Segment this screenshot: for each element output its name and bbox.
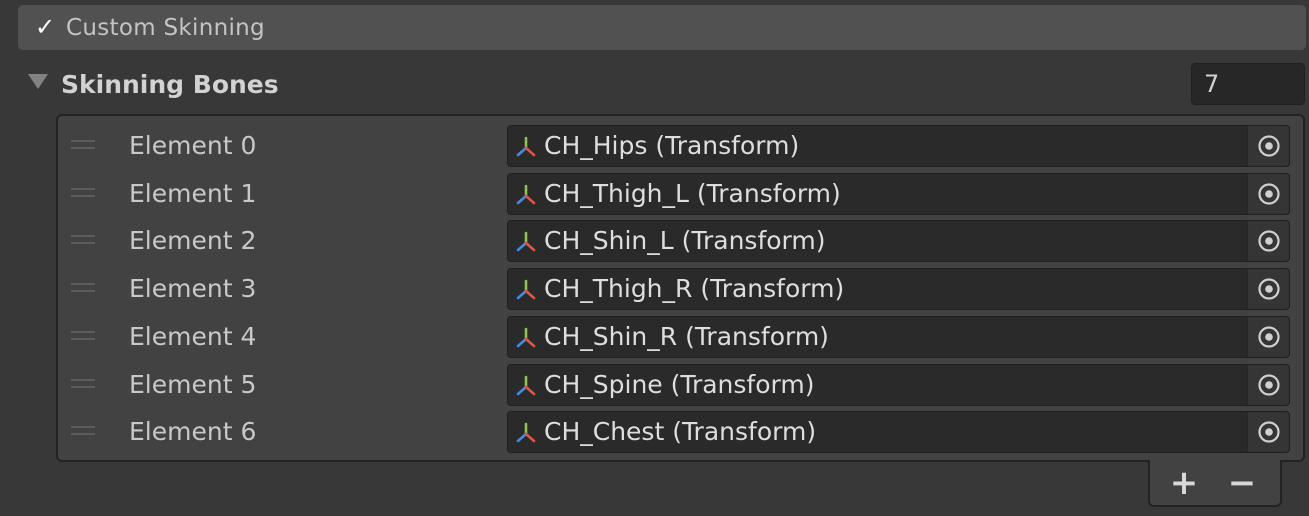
list-item: Element 0 CH_Hips (Transform)	[58, 122, 1303, 169]
array-size-field[interactable]: 7	[1191, 63, 1305, 105]
transform-object-field[interactable]: CH_Spine (Transform)	[507, 363, 1290, 406]
element-label: Element 2	[129, 226, 257, 256]
transform-axes-icon	[514, 278, 538, 302]
transform-object-field[interactable]: CH_Shin_L (Transform)	[507, 220, 1290, 263]
transform-axes-icon	[514, 135, 538, 159]
inspector-panel: ✓ Custom Skinning Skinning Bones 7 Eleme…	[0, 0, 1309, 516]
list-footer: + −	[1148, 460, 1282, 507]
add-element-button[interactable]: +	[1164, 465, 1204, 501]
custom-skinning-label: Custom Skinning	[66, 15, 265, 41]
custom-skinning-header[interactable]: ✓ Custom Skinning	[18, 5, 1306, 50]
triangle-down-icon[interactable]	[28, 74, 48, 89]
list-item: Element 1 CH_Thigh_L (Transform)	[58, 170, 1303, 217]
transform-field-value: CH_Hips (Transform)	[544, 131, 800, 160]
drag-handle-icon[interactable]	[71, 378, 95, 388]
drag-handle-icon[interactable]	[71, 283, 95, 293]
remove-element-button[interactable]: −	[1222, 465, 1262, 501]
list-item: Element 6 CH_Chest (Transform)	[58, 408, 1303, 455]
transform-object-field[interactable]: CH_Thigh_L (Transform)	[507, 172, 1290, 215]
drag-handle-icon[interactable]	[71, 187, 95, 197]
drag-handle-icon[interactable]	[71, 330, 95, 340]
skinning-bones-list: Element 0 CH_Hips (Transform) Element 1 CH_…	[56, 114, 1305, 462]
element-label: Element 5	[129, 369, 257, 399]
object-picker-icon[interactable]	[1247, 221, 1289, 262]
transform-axes-icon	[514, 374, 538, 398]
list-item: Element 5 CH_Spine (Transform)	[58, 361, 1303, 408]
transform-axes-icon	[514, 421, 538, 445]
transform-field-value: CH_Thigh_R (Transform)	[544, 274, 845, 304]
element-label: Element 0	[129, 131, 257, 160]
list-item: Element 3 CH_Thigh_R (Transform)	[58, 265, 1303, 312]
object-picker-icon[interactable]	[1247, 126, 1289, 166]
transform-field-value: CH_Thigh_L (Transform)	[544, 178, 841, 208]
transform-axes-icon	[514, 230, 538, 254]
object-picker-icon[interactable]	[1247, 412, 1289, 453]
transform-object-field[interactable]: CH_Thigh_R (Transform)	[507, 268, 1290, 311]
transform-object-field[interactable]: CH_Chest (Transform)	[507, 411, 1290, 454]
transform-field-value: CH_Shin_L (Transform)	[544, 226, 826, 256]
transform-object-field[interactable]: CH_Hips (Transform)	[507, 125, 1290, 167]
element-label: Element 4	[129, 321, 257, 351]
object-picker-icon[interactable]	[1247, 364, 1289, 405]
drag-handle-icon[interactable]	[71, 235, 95, 245]
transform-field-value: CH_Chest (Transform)	[544, 417, 817, 447]
element-label: Element 3	[129, 274, 257, 304]
transform-field-value: CH_Spine (Transform)	[544, 369, 815, 399]
object-picker-icon[interactable]	[1247, 269, 1289, 310]
list-item: Element 4 CH_Shin_R (Transform)	[58, 313, 1303, 360]
drag-handle-icon[interactable]	[71, 140, 95, 149]
transform-axes-icon	[514, 326, 538, 350]
element-label: Element 6	[129, 417, 257, 447]
object-picker-icon[interactable]	[1247, 173, 1289, 214]
transform-axes-icon	[514, 183, 538, 207]
element-label: Element 1	[129, 178, 257, 208]
list-item: Element 2 CH_Shin_L (Transform)	[58, 217, 1303, 264]
checkmark-icon[interactable]: ✓	[35, 15, 57, 39]
transform-object-field[interactable]: CH_Shin_R (Transform)	[507, 315, 1290, 358]
transform-field-value: CH_Shin_R (Transform)	[544, 321, 829, 351]
skinning-bones-foldout-label[interactable]: Skinning Bones	[61, 68, 279, 102]
drag-handle-icon[interactable]	[71, 426, 95, 436]
object-picker-icon[interactable]	[1247, 316, 1289, 357]
